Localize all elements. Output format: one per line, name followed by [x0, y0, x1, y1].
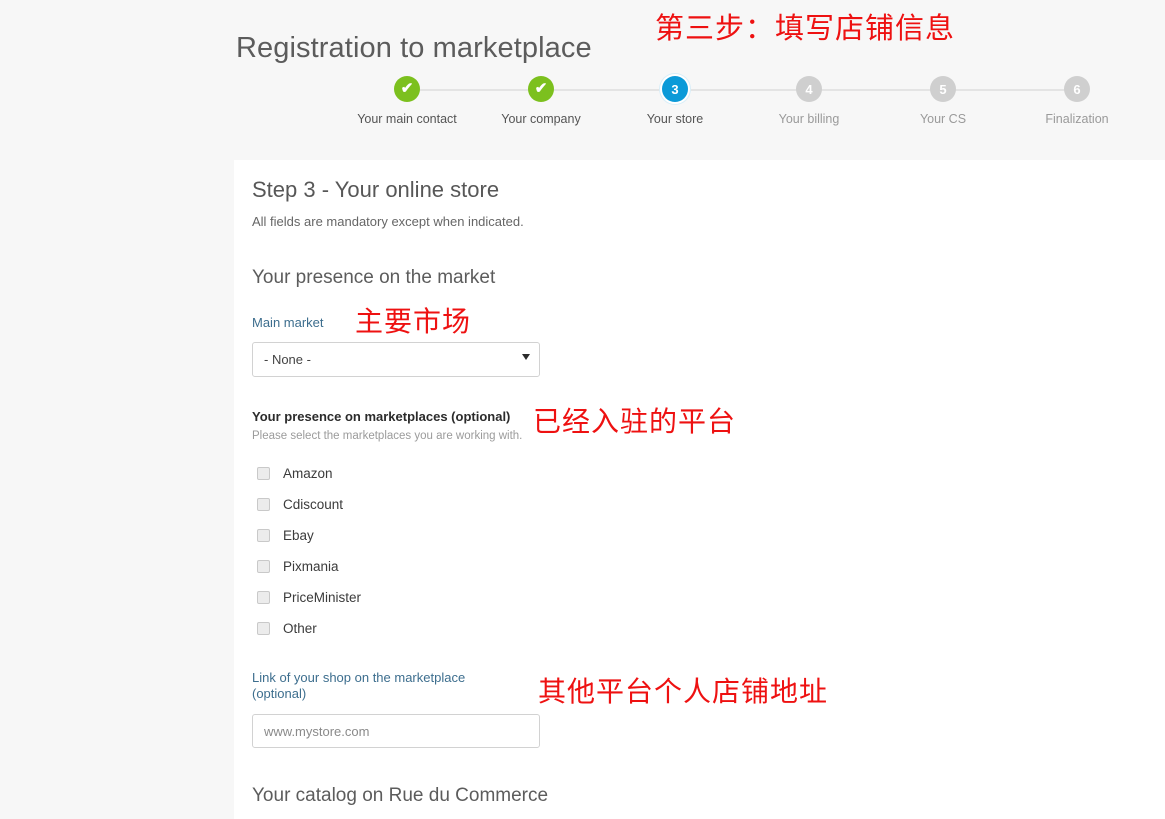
step-bullet-todo: 4 — [796, 76, 822, 102]
step-item-cs[interactable]: 5 Your CS — [876, 76, 1010, 126]
annotation-platforms: 已经入驻的平台 — [533, 405, 737, 438]
step-item-billing[interactable]: 4 Your billing — [742, 76, 876, 126]
step-bullet-done-icon: ✔ — [394, 76, 420, 102]
checkbox-row-amazon[interactable]: Amazon — [252, 458, 932, 489]
check-icon: ✔ — [400, 80, 414, 97]
step-bullet-current: 3 — [662, 76, 688, 102]
step-label: Your main contact — [357, 112, 457, 126]
checkbox-pixmania[interactable] — [257, 560, 270, 573]
checkbox-label: PriceMinister — [283, 590, 362, 605]
checkbox-row-priceminister[interactable]: PriceMinister — [252, 582, 932, 613]
chevron-down-icon — [522, 354, 530, 360]
step-label: Your billing — [778, 112, 840, 126]
annotation-step3: 第三步：填写店铺信息 — [655, 11, 956, 45]
registration-page: Registration to marketplace 第三步：填写店铺信息 ✔… — [0, 0, 1165, 819]
checkbox-row-cdiscount[interactable]: Cdiscount — [252, 489, 932, 520]
main-market-select-wrapper[interactable]: - None - — [252, 342, 540, 377]
checkbox-other[interactable] — [257, 622, 270, 635]
mandatory-fields-note: All fields are mandatory except when ind… — [252, 214, 524, 229]
step-heading: Step 3 - Your online store — [252, 177, 500, 202]
step-bullet-todo: 6 — [1064, 76, 1090, 102]
checkbox-cdiscount[interactable] — [257, 498, 270, 511]
registration-stepper: ✔ Your main contact ✔ Your company 3 You… — [340, 76, 1135, 136]
marketplaces-checklist: Amazon Cdiscount Ebay Pixmania PriceMini… — [252, 458, 932, 644]
step-label: Your CS — [919, 112, 967, 126]
registration-form: Step 3 - Your online store All fields ar… — [252, 176, 932, 807]
step-bullet-todo: 5 — [930, 76, 956, 102]
checkbox-row-pixmania[interactable]: Pixmania — [252, 551, 932, 582]
step-label: Your store — [646, 112, 704, 126]
section-title-catalog: Your catalog on Rue du Commerce — [252, 785, 549, 806]
main-market-select[interactable]: - None - — [252, 342, 540, 377]
main-market-label: Main market — [252, 315, 324, 330]
step-bullet-done-icon: ✔ — [528, 76, 554, 102]
page-title: Registration to marketplace — [236, 32, 592, 65]
step-item-company[interactable]: ✔ Your company — [474, 76, 608, 126]
left-gutter — [0, 160, 234, 819]
step-label: Your company — [501, 112, 581, 126]
checkbox-ebay[interactable] — [257, 529, 270, 542]
step-item-finalization[interactable]: 6 Finalization — [1010, 76, 1144, 126]
shop-link-input[interactable] — [252, 714, 540, 748]
shop-link-label-line2: (optional) — [252, 686, 307, 701]
checkbox-label: Pixmania — [283, 559, 339, 574]
step-number: 4 — [805, 81, 813, 97]
checkbox-label: Amazon — [283, 466, 333, 481]
shop-link-label-line1: Link of your shop on the marketplace — [252, 670, 466, 685]
annotation-main-market: 主要市场 — [355, 305, 472, 338]
step-number: 6 — [1073, 81, 1081, 97]
step-item-main-contact[interactable]: ✔ Your main contact — [340, 76, 474, 126]
section-title-presence: Your presence on the market — [252, 267, 496, 288]
step-number: 3 — [671, 81, 679, 97]
step-label: Finalization — [1045, 112, 1109, 126]
checkbox-label: Ebay — [283, 528, 314, 543]
step-number: 5 — [939, 81, 947, 97]
checkbox-priceminister[interactable] — [257, 591, 270, 604]
checkbox-row-other[interactable]: Other — [252, 613, 932, 644]
annotation-shop-link: 其他平台个人店铺地址 — [538, 675, 829, 708]
checkbox-label: Other — [283, 621, 317, 636]
checkbox-label: Cdiscount — [283, 497, 344, 512]
checkbox-amazon[interactable] — [257, 467, 270, 480]
checkbox-row-ebay[interactable]: Ebay — [252, 520, 932, 551]
check-icon: ✔ — [534, 80, 548, 97]
step-item-store[interactable]: 3 Your store — [608, 76, 742, 126]
